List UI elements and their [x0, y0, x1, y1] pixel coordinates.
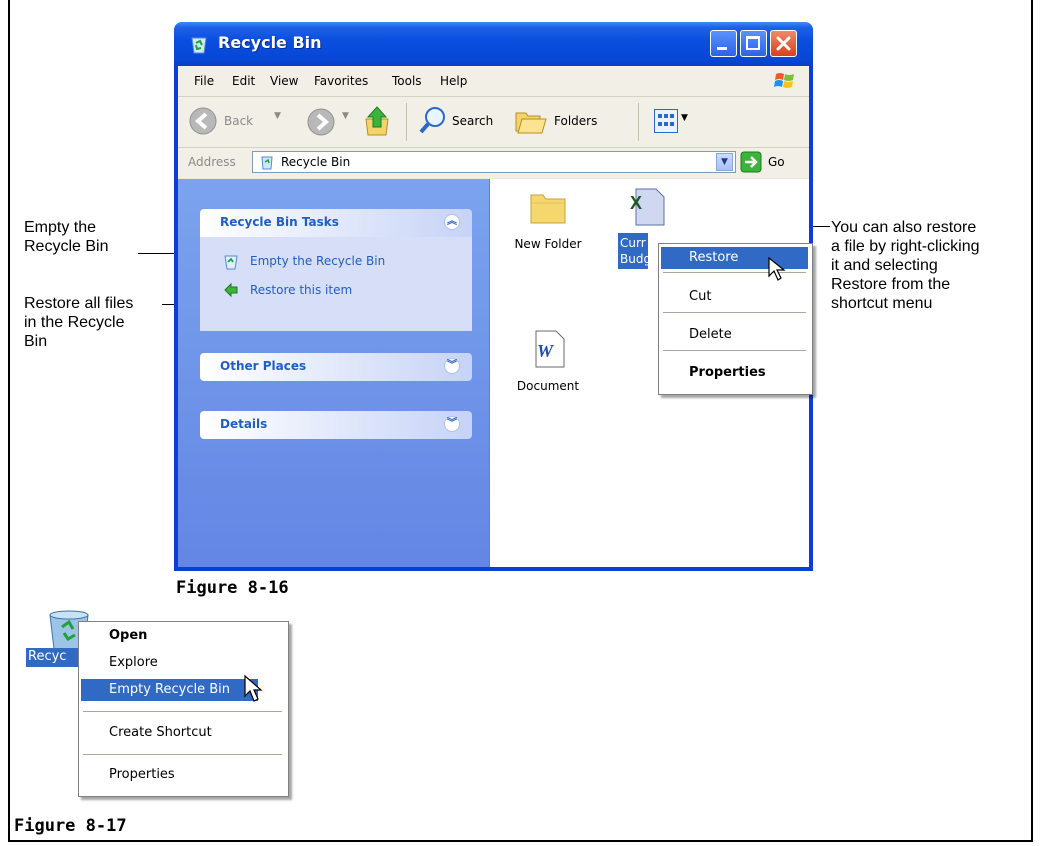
views-grid-icon — [658, 114, 674, 126]
menu-tools[interactable]: Tools — [392, 74, 422, 88]
address-label: Address — [188, 155, 236, 169]
empty-recycle-bin-icon — [224, 255, 238, 270]
forward-dropdown-icon[interactable]: ▼ — [342, 111, 349, 121]
task-empty-recycle-bin[interactable]: Empty the Recycle Bin — [250, 254, 385, 268]
callout-restore-file: You can also restore a file by right-cli… — [831, 219, 980, 312]
menu-item-open[interactable]: Open — [81, 625, 284, 647]
menu-help[interactable]: Help — [440, 74, 467, 88]
address-value: Recycle Bin — [281, 155, 351, 169]
menu-separator — [663, 312, 806, 313]
recycle-bin-window: Recycle Bin File Edit View Favorites Too… — [174, 22, 813, 571]
other-places-header[interactable]: Other Places ︾ — [200, 353, 472, 381]
menu-item-create-shortcut[interactable]: Create Shortcut — [81, 722, 284, 744]
menu-item-delete[interactable]: Delete — [661, 324, 808, 346]
views-dropdown-icon[interactable]: ▼ — [681, 113, 688, 123]
recycle-bin-icon — [191, 37, 207, 54]
menu-item-properties[interactable]: Properties — [81, 764, 284, 786]
menu-view[interactable]: View — [270, 74, 298, 88]
expand-chevron-icon[interactable]: ︾ — [444, 358, 460, 374]
toolbar: Back ▼ ▼ Search Folders ▼ — [178, 97, 809, 148]
back-button[interactable]: Back — [188, 106, 268, 138]
recycle-bin-tasks-title: Recycle Bin Tasks — [220, 215, 339, 229]
go-label: Go — [768, 155, 785, 169]
window-title: Recycle Bin — [218, 33, 322, 52]
search-icon — [419, 107, 445, 134]
title-bar[interactable]: Recycle Bin — [174, 22, 813, 66]
back-arrow-icon — [189, 107, 217, 135]
restore-arrow-icon — [224, 282, 238, 298]
figure-caption-17: Figure 8-17 — [14, 816, 127, 836]
search-button[interactable]: Search — [418, 105, 514, 139]
up-folder-icon[interactable] — [362, 105, 392, 137]
figure-caption-16: Figure 8-16 — [176, 578, 289, 598]
windows-logo-icon — [774, 73, 794, 88]
details-title: Details — [220, 417, 268, 431]
file-context-menu: Restore Cut Delete Properties — [658, 243, 813, 395]
views-button[interactable] — [654, 109, 678, 133]
menu-favorites[interactable]: Favorites — [314, 74, 368, 88]
collapse-chevron-icon[interactable]: ︽ — [444, 214, 460, 230]
folders-button[interactable]: Folders — [514, 105, 626, 139]
menu-item-empty-recycle-bin[interactable]: Empty Recycle Bin — [81, 679, 258, 701]
go-arrow-icon — [740, 151, 762, 173]
close-button[interactable] — [770, 30, 797, 57]
svg-text:X: X — [630, 193, 642, 213]
details-header[interactable]: Details ︾ — [200, 411, 472, 439]
other-places-title: Other Places — [220, 359, 307, 373]
callout-empty: Empty the Recycle Bin — [24, 219, 109, 255]
address-field[interactable]: Recycle Bin ▼ — [252, 151, 736, 173]
toolbar-separator — [406, 103, 407, 141]
folders-label: Folders — [554, 114, 598, 128]
svg-text:W: W — [537, 341, 555, 361]
menu-separator — [83, 711, 282, 712]
mouse-pointer-icon — [244, 674, 263, 702]
file-label: New Folder — [514, 237, 582, 251]
folder-icon — [530, 194, 566, 224]
menu-bar: File Edit View Favorites Tools Help — [178, 66, 809, 97]
file-label-selection: Curr Budg — [618, 233, 652, 269]
go-button[interactable]: Go — [740, 151, 800, 173]
menu-item-cut[interactable]: Cut — [661, 286, 808, 308]
callout-restore-all: Restore all files in the Recycle Bin — [24, 295, 134, 350]
desktop-icon-label: Recyc — [28, 649, 67, 664]
address-bar: Address Recycle Bin ▼ Go — [178, 148, 809, 178]
menu-item-properties[interactable]: Properties — [661, 362, 808, 384]
back-dropdown-icon[interactable]: ▼ — [274, 111, 281, 121]
recycle-bin-tasks-header[interactable]: Recycle Bin Tasks ︽ — [200, 209, 472, 237]
mouse-pointer-icon — [768, 256, 786, 281]
window-body: File Edit View Favorites Tools Help Back — [178, 66, 813, 567]
window-content: Recycle Bin Tasks ︽ Empty the Recycle Bi… — [178, 179, 813, 567]
file-item-document[interactable]: W Document — [508, 329, 588, 409]
menu-file[interactable]: File — [194, 74, 214, 88]
recycle-bin-icon — [261, 156, 273, 170]
minimize-icon — [717, 47, 727, 50]
file-label: Curr Budg — [620, 236, 652, 266]
file-label: Document — [516, 379, 580, 393]
folders-icon — [515, 112, 547, 134]
word-document-icon: W — [535, 330, 565, 368]
recycle-bin-tasks-body: Empty the Recycle Bin Restore this item — [200, 237, 472, 331]
task-pane: Recycle Bin Tasks ︽ Empty the Recycle Bi… — [178, 179, 489, 567]
menu-separator — [83, 754, 282, 755]
forward-arrow-icon[interactable] — [306, 107, 336, 137]
menu-separator — [663, 350, 806, 351]
minimize-button[interactable] — [710, 30, 737, 57]
search-label: Search — [452, 114, 494, 128]
toolbar-separator — [638, 103, 639, 141]
expand-chevron-icon[interactable]: ︾ — [444, 416, 460, 432]
maximize-button[interactable] — [740, 30, 767, 57]
file-list: New Folder X Curr Budg W Document Restor… — [489, 179, 813, 567]
menu-edit[interactable]: Edit — [232, 74, 255, 88]
task-restore-item[interactable]: Restore this item — [250, 283, 352, 297]
excel-file-icon: X — [630, 188, 665, 226]
address-dropdown-button[interactable]: ▼ — [716, 153, 733, 171]
close-icon — [776, 36, 791, 51]
back-label: Back — [224, 114, 254, 128]
maximize-icon — [746, 36, 760, 50]
menu-item-explore[interactable]: Explore — [81, 652, 284, 674]
desktop-context-menu: Open Explore Empty Recycle Bin Create Sh… — [78, 621, 289, 797]
file-item-new-folder[interactable]: New Folder — [508, 187, 588, 267]
